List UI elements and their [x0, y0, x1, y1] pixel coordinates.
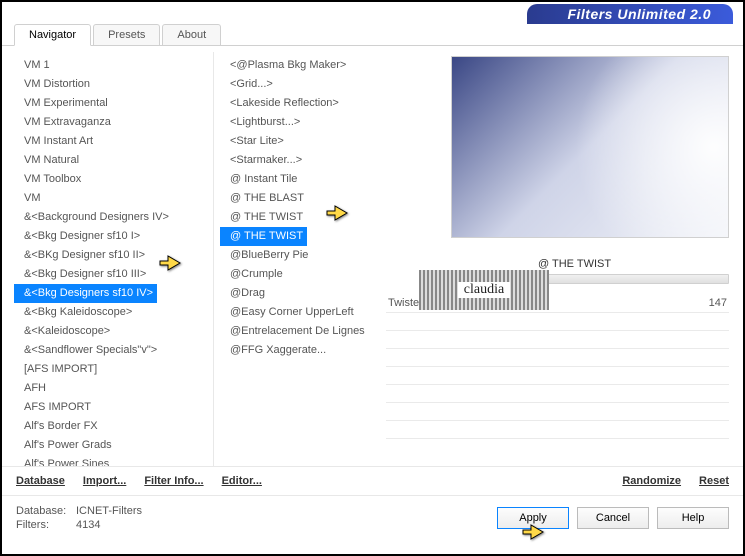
param-row-empty	[386, 385, 729, 403]
list-item[interactable]: VM Natural	[14, 151, 213, 170]
tab-bar: Navigator Presets About	[2, 24, 743, 46]
list-item[interactable]: @FFG Xaggerate...	[220, 341, 378, 360]
list-item[interactable]: VM Instant Art	[14, 132, 213, 151]
filters-value: 4134	[76, 519, 100, 531]
param-row-empty	[386, 403, 729, 421]
editor-button[interactable]: Editor...	[222, 475, 262, 487]
list-item[interactable]: @ Instant Tile	[220, 170, 378, 189]
footer: Database:ICNET-Filters Filters:4134 Appl…	[2, 496, 743, 540]
list-item[interactable]: VM Experimental	[14, 94, 213, 113]
title-banner: Filters Unlimited 2.0	[527, 4, 733, 24]
tab-about[interactable]: About	[162, 24, 221, 45]
preview-panel: @ THE TWIST Twistensity 147	[384, 52, 731, 466]
list-item[interactable]: VM 1	[14, 56, 213, 75]
list-item[interactable]: @Easy Corner UpperLeft	[220, 303, 378, 322]
param-row-empty	[386, 349, 729, 367]
progress-bar	[536, 274, 729, 284]
list-item[interactable]: &<Background Designers IV>	[14, 208, 213, 227]
filter-info-button[interactable]: Filter Info...	[144, 475, 203, 487]
cancel-button[interactable]: Cancel	[577, 507, 649, 529]
list-item[interactable]: @ THE TWIST	[220, 208, 378, 227]
help-button[interactable]: Help	[657, 507, 729, 529]
list-item[interactable]: Alf's Power Sines	[14, 455, 213, 466]
list-item[interactable]: @Crumple	[220, 265, 378, 284]
swirl-effect-icon	[452, 57, 728, 237]
db-label: Database:	[16, 504, 76, 518]
param-value: 147	[709, 297, 727, 309]
selected-filter-name: @ THE TWIST	[536, 254, 729, 274]
list-item[interactable]: <Grid...>	[220, 75, 378, 94]
list-item[interactable]: VM Extravaganza	[14, 113, 213, 132]
list-item[interactable]: AFH	[14, 379, 213, 398]
database-button[interactable]: Database	[16, 475, 65, 487]
list-item[interactable]: VM Distortion	[14, 75, 213, 94]
list-item[interactable]: VM Toolbox	[14, 170, 213, 189]
randomize-button[interactable]: Randomize	[622, 475, 681, 487]
param-row-empty	[386, 367, 729, 385]
list-item[interactable]: &<Bkg Designers sf10 IV>	[14, 284, 157, 303]
db-value: ICNET-Filters	[76, 505, 142, 517]
list-item[interactable]: AFS IMPORT	[14, 398, 213, 417]
list-item[interactable]: &<Bkg Kaleidoscope>	[14, 303, 213, 322]
list-item[interactable]: @ THE BLAST	[220, 189, 378, 208]
list-item[interactable]: &<Kaleidoscope>	[14, 322, 213, 341]
preview-image	[451, 56, 729, 238]
list-item[interactable]: &<Bkg Designer sf10 III>	[14, 265, 213, 284]
watermark-text: claudia	[458, 282, 510, 298]
list-item[interactable]: @ THE TWIST	[220, 227, 307, 246]
list-item[interactable]: @Entrelacement De Lignes	[220, 322, 378, 341]
filters-label: Filters:	[16, 518, 76, 532]
list-item[interactable]: Alf's Border FX	[14, 417, 213, 436]
param-row-empty	[386, 421, 729, 439]
list-item[interactable]: &<Bkg Designer sf10 I>	[14, 227, 213, 246]
list-item[interactable]: Alf's Power Grads	[14, 436, 213, 455]
list-item[interactable]: @BlueBerry Pie	[220, 246, 378, 265]
list-item[interactable]: <Star Lite>	[220, 132, 378, 151]
tab-navigator[interactable]: Navigator	[14, 24, 91, 46]
list-item[interactable]: <Starmaker...>	[220, 151, 378, 170]
apply-button[interactable]: Apply	[497, 507, 569, 529]
filter-list[interactable]: <@Plasma Bkg Maker><Grid...><Lakeside Re…	[214, 52, 384, 466]
param-row-empty	[386, 313, 729, 331]
tab-presets[interactable]: Presets	[93, 24, 160, 45]
list-item[interactable]: <Lakeside Reflection>	[220, 94, 378, 113]
footer-info: Database:ICNET-Filters Filters:4134	[16, 504, 489, 532]
list-item[interactable]: &<BKg Designer sf10 II>	[14, 246, 213, 265]
reset-button[interactable]: Reset	[699, 475, 729, 487]
link-button-row: Database Import... Filter Info... Editor…	[2, 466, 743, 496]
list-item[interactable]: VM	[14, 189, 213, 208]
category-list[interactable]: VM 1VM DistortionVM ExperimentalVM Extra…	[14, 52, 214, 466]
watermark: claudia	[419, 270, 549, 310]
param-row-empty	[386, 331, 729, 349]
list-item[interactable]: <Lightburst...>	[220, 113, 378, 132]
import-button[interactable]: Import...	[83, 475, 126, 487]
list-item[interactable]: <@Plasma Bkg Maker>	[220, 56, 378, 75]
list-item[interactable]: &<Sandflower Specials"v">	[14, 341, 213, 360]
list-item[interactable]: @Drag	[220, 284, 378, 303]
list-item[interactable]: [AFS IMPORT]	[14, 360, 213, 379]
